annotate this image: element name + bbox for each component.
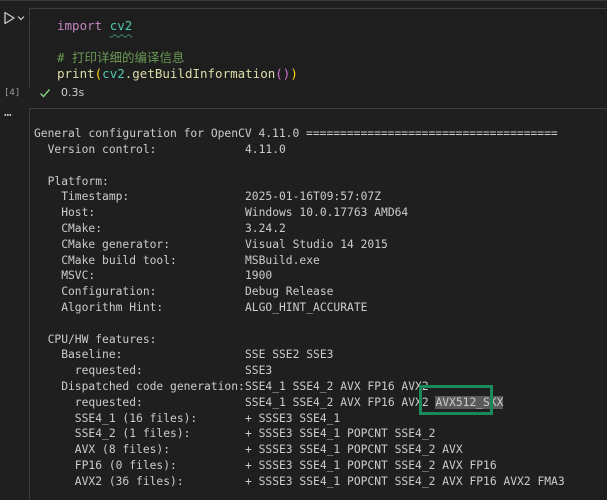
output-row: AVX (8 files): + SSSE3 SSE4_1 POPCNT SSE4… [34, 442, 463, 458]
output-label: requested: [34, 364, 143, 378]
output-value-text: SSE SSE2 SSE3 [245, 348, 334, 362]
output-value: + SSSE3 SSE4_1 POPCNT SSE4_2 AVX FP16 [245, 458, 497, 474]
output-value-text: SSE3 [245, 364, 273, 378]
module-name: cv2 [109, 18, 133, 33]
output-row: Timestamp: 2025-01-16T09:57:07Z [34, 189, 381, 205]
output-label: SSE4_2 (1 files): [34, 427, 191, 441]
output-label: CMake: [34, 222, 103, 235]
output-value-text: + SSSE3 SSE4_1 POPCNT SSE4_2 AVX FP16 AV… [245, 474, 565, 488]
output-value: + SSSE3 SSE4_1 POPCNT SSE4_2 [245, 426, 435, 442]
code-cell[interactable]: import cv2 # 打印详细的编译信息 print(cv2.getBuil… [29, 8, 607, 87]
method-call: .getBuildInformation [124, 66, 276, 81]
output-row: AVX2 (36 files): + SSSE3 SSE4_1 POPCNT SS… [34, 474, 565, 490]
output-value: ALGO_HINT_ACCURATE [245, 300, 367, 316]
output-value: SSE SSE2 SSE3 [245, 347, 333, 363]
output-value-text: + SSSE3 SSE4_1 POPCNT SSE4_2 AVX FP16 [245, 459, 497, 472]
output-value-text: + SSSE3 SSE4_1 POPCNT SSE4_2 AVX [245, 443, 463, 457]
output-area[interactable]: General configuration for OpenCV 4.11.0 … [29, 108, 607, 500]
output-label: CMake build tool: [34, 253, 177, 267]
output-value-text: 3.24.2 [245, 222, 286, 235]
output-value: SSE3 [245, 363, 272, 379]
output-row: MSVC: 1900 [34, 268, 272, 284]
output-row: Dispatched code generation: SSE4_1 SSE4_2… [34, 379, 428, 395]
print-function: print [57, 66, 95, 81]
output-value-text: + SSSE3 SSE4_1 POPCNT SSE4_2 [245, 427, 436, 441]
output-label: Version control: [34, 143, 157, 156]
output-label: requested: [34, 395, 143, 409]
output-value-text: + SSSE3 SSE4_1 [245, 411, 341, 425]
output-value-text: SSE4_1 SSE4_2 AVX FP16 AVX2 [245, 380, 429, 393]
output-label: CMake generator: [34, 237, 171, 251]
output-row: requested: SSE4_1 SSE4_2 AVX FP16 AVX2 AV… [34, 395, 504, 411]
output-value: Debug Release [245, 284, 333, 300]
execution-count: [4] [4, 88, 21, 98]
output-row: CMake build tool: MSBuild.exe [34, 253, 320, 269]
top-border [0, 0, 607, 1]
output-label: CPU/HW features: [34, 332, 157, 346]
more-actions-icon[interactable]: ⋯ [4, 108, 12, 123]
output-row: SSE4_1 (16 files): + SSSE3 SSE4_1 [34, 411, 340, 427]
output-row: Baseline: SSE SSE2 SSE3 [34, 347, 333, 363]
output-label: Platform: [34, 174, 109, 188]
output-value-text: MSBuild.exe [245, 253, 320, 267]
code-line-print: print(cv2.getBuildInformation()) [57, 66, 298, 81]
output-label: Algorithm Hint: [34, 301, 164, 314]
output-row: CMake generator: Visual Studio 14 2015 [34, 237, 388, 253]
output-value: 3.24.2 [245, 221, 286, 237]
output-label: SSE4_1 (16 files): [34, 411, 198, 425]
output-value: Visual Studio 14 2015 [245, 237, 388, 253]
output-label: AVX (8 files): [34, 443, 171, 457]
output-value: + SSSE3 SSE4_1 POPCNT SSE4_2 AVX [245, 442, 463, 458]
output-value-text: SSE4_1 SSE4_2 AVX FP16 AVX2 [245, 395, 436, 409]
annotation-highlight-box [419, 385, 493, 415]
code-line-import: import cv2 [57, 18, 132, 34]
output-value-text: Windows 10.0.17763 AMD64 [245, 206, 409, 220]
output-row: FP16 (0 files): + SSSE3 SSE4_1 POPCNT SSE… [34, 458, 497, 474]
run-cell-icon[interactable] [2, 11, 16, 25]
output-row: Host: Windows 10.0.17763 AMD64 [34, 205, 408, 221]
output-label: MSVC: [34, 269, 96, 283]
output-row: Platform: [34, 174, 109, 190]
output-value: + SSSE3 SSE4_1 POPCNT SSE4_2 AVX FP16 AV… [245, 474, 565, 490]
output-value: SSE4_1 SSE4_2 AVX FP16 AVX2 [245, 379, 429, 395]
output-value: 1900 [245, 268, 272, 284]
output-label: Host: [34, 206, 96, 220]
output-row: Configuration: Debug Release [34, 284, 333, 300]
output-row: Version control: 4.11.0 [34, 142, 286, 158]
output-value-text: 1900 [245, 269, 273, 283]
execution-time: 0.3s [61, 86, 85, 99]
output-value-text: 2025-01-16T09:57:07Z [245, 190, 382, 204]
comment-text: # 打印详细的编译信息 [57, 50, 185, 65]
output-value: 2025-01-16T09:57:07Z [245, 189, 381, 205]
output-label: Dispatched code generation: [34, 380, 245, 393]
output-value-text: Debug Release [245, 285, 334, 299]
output-label: Configuration: [34, 285, 157, 299]
code-comment: # 打印详细的编译信息 [57, 50, 185, 66]
output-label: Baseline: [34, 348, 123, 362]
import-keyword: import [57, 18, 103, 33]
output-value: + SSSE3 SSE4_1 [245, 411, 340, 427]
chevron-down-icon[interactable] [17, 14, 25, 22]
output-row: SSE4_2 (1 files): + SSSE3 SSE4_1 POPCNT S… [34, 426, 436, 442]
call-parens: () [275, 66, 291, 81]
output-label: AVX2 (36 files): [34, 474, 184, 488]
output-value: MSBuild.exe [245, 253, 320, 269]
output-label: Timestamp: [34, 190, 130, 204]
output-header: General configuration for OpenCV 4.11.0 … [34, 127, 558, 140]
output-row: requested: SSE3 [34, 363, 272, 379]
arg-module: cv2 [102, 66, 125, 81]
output-row: CMake: 3.24.2 [34, 221, 286, 237]
output-value: 4.11.0 [245, 142, 286, 158]
output-value-text: 4.11.0 [245, 143, 286, 156]
output-value-text: ALGO_HINT_ACCURATE [245, 301, 368, 314]
check-icon [40, 89, 51, 98]
output-value: Windows 10.0.17763 AMD64 [245, 205, 408, 221]
output-row: CPU/HW features: [34, 332, 157, 348]
output-label: FP16 (0 files): [34, 459, 177, 472]
output-row: Algorithm Hint: ALGO_HINT_ACCURATE [34, 300, 367, 316]
output-value-text: Visual Studio 14 2015 [245, 237, 388, 251]
